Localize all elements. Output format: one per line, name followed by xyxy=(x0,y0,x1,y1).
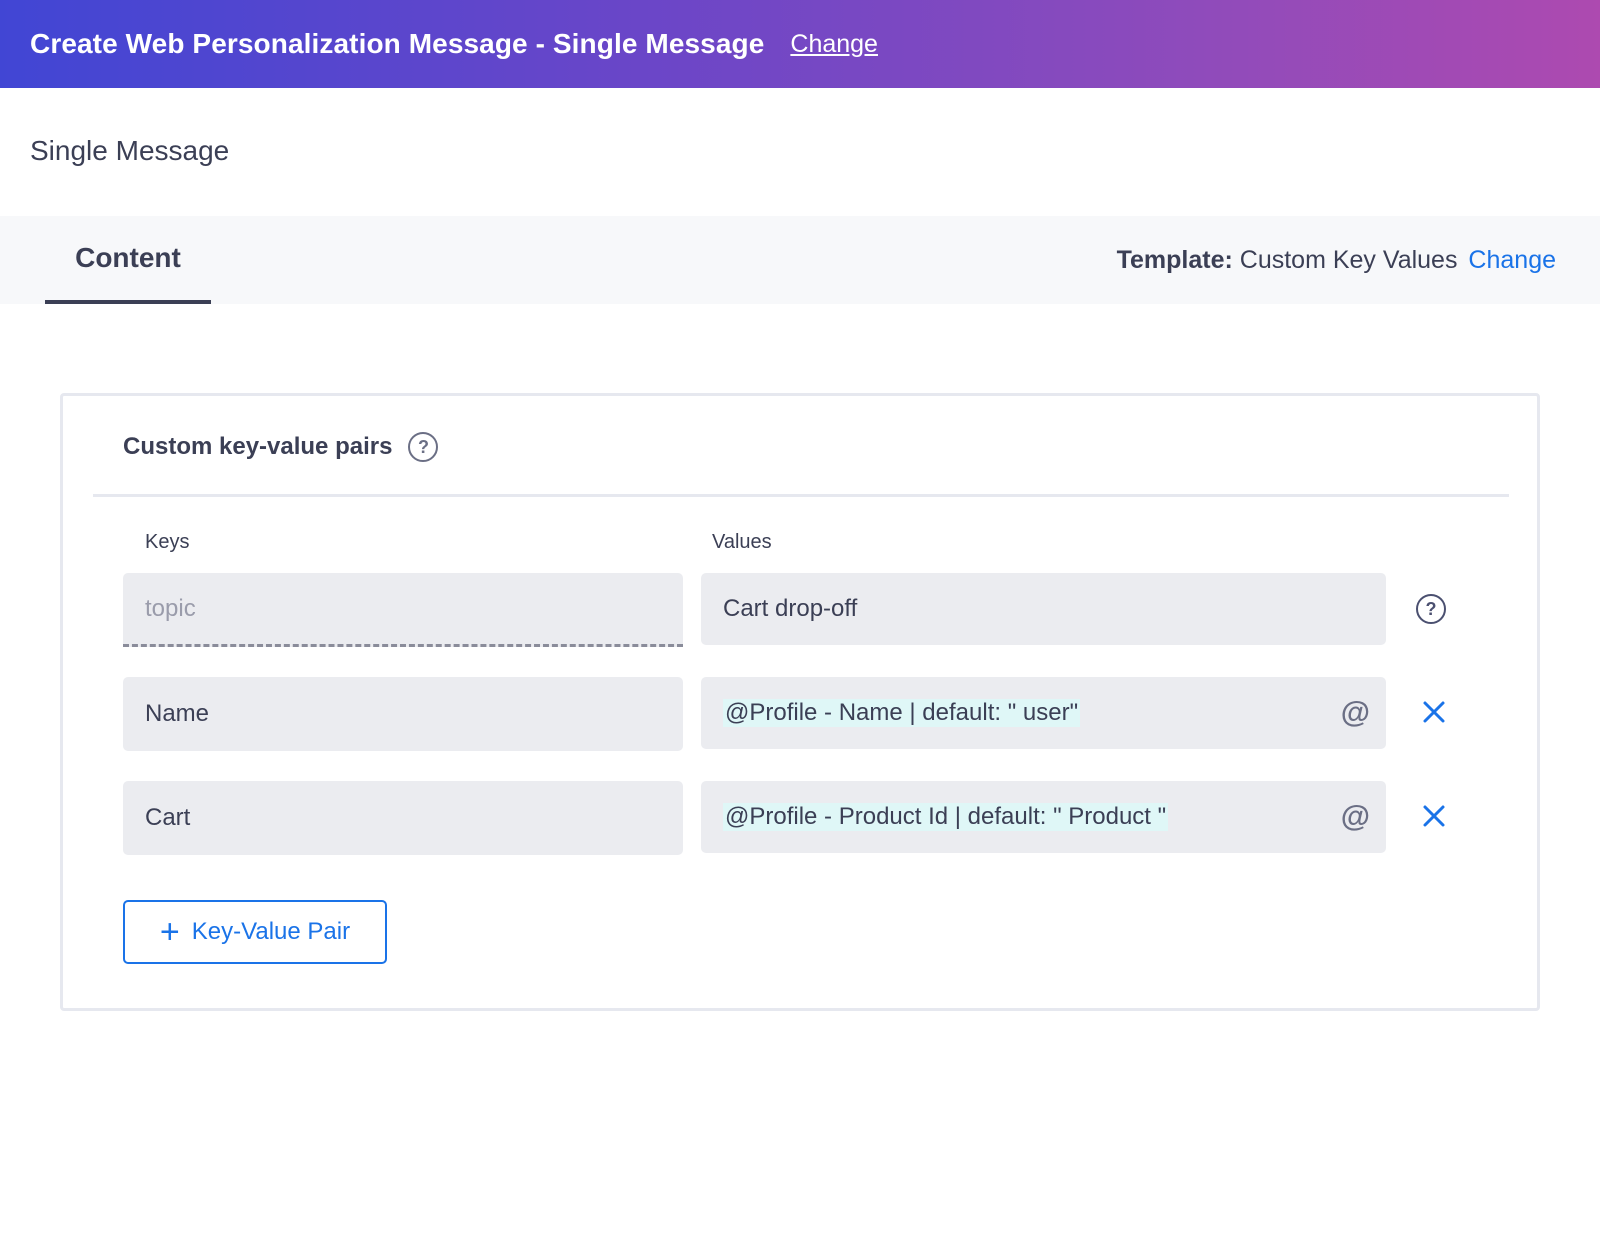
value-input[interactable]: @Profile - Name | default: " user" @ xyxy=(701,677,1386,749)
personalization-token[interactable]: @Profile - Product Id | default: " Produ… xyxy=(723,803,1169,831)
tab-bar: Content Template: Custom Key Values Chan… xyxy=(0,216,1600,304)
at-sign-icon[interactable]: @ xyxy=(1341,696,1370,730)
template-info: Template: Custom Key Values Change xyxy=(1117,216,1556,304)
add-key-value-pair-button[interactable]: + Key-Value Pair xyxy=(123,900,387,964)
template-value: Custom Key Values xyxy=(1239,246,1458,274)
change-message-type-link[interactable]: Change xyxy=(790,30,878,59)
keys-column-label: Keys xyxy=(145,531,190,553)
template-label: Template: xyxy=(1116,246,1233,274)
key-input-placeholder: topic xyxy=(145,594,196,622)
help-icon[interactable]: ? xyxy=(408,432,439,462)
change-template-link[interactable]: Change xyxy=(1468,246,1556,274)
key-input[interactable]: Name xyxy=(123,677,683,751)
close-icon[interactable] xyxy=(1421,699,1447,725)
page-header: Create Web Personalization Message - Sin… xyxy=(0,0,1600,88)
values-column-label: Values xyxy=(712,531,772,553)
message-type-title: Single Message xyxy=(30,135,230,166)
value-input[interactable]: @Profile - Product Id | default: " Produ… xyxy=(701,781,1386,853)
add-button-label: Key-Value Pair xyxy=(191,918,351,945)
value-input[interactable]: Cart drop-off xyxy=(701,573,1386,645)
key-text: Name xyxy=(145,700,210,727)
value-text: Cart drop-off xyxy=(723,595,858,622)
tab-content[interactable]: Content xyxy=(45,216,211,304)
plus-icon: + xyxy=(159,913,180,951)
key-value-card: Custom key-value pairs ? Keys Values top… xyxy=(60,393,1540,1011)
key-text: Cart xyxy=(145,804,191,831)
close-icon[interactable] xyxy=(1421,803,1447,829)
divider xyxy=(93,494,1509,497)
subheader: Single Message xyxy=(0,88,1600,216)
key-input-topic[interactable]: topic xyxy=(123,573,683,647)
help-icon[interactable]: ? xyxy=(1416,594,1446,624)
card-title: Custom key-value pairs ? xyxy=(123,432,439,462)
at-sign-icon[interactable]: @ xyxy=(1341,800,1370,834)
page-header-title: Create Web Personalization Message - Sin… xyxy=(30,28,765,59)
key-input[interactable]: Cart xyxy=(123,781,683,855)
card-title-text: Custom key-value pairs xyxy=(123,433,393,460)
personalization-token[interactable]: @Profile - Name | default: " user" xyxy=(723,699,1081,727)
